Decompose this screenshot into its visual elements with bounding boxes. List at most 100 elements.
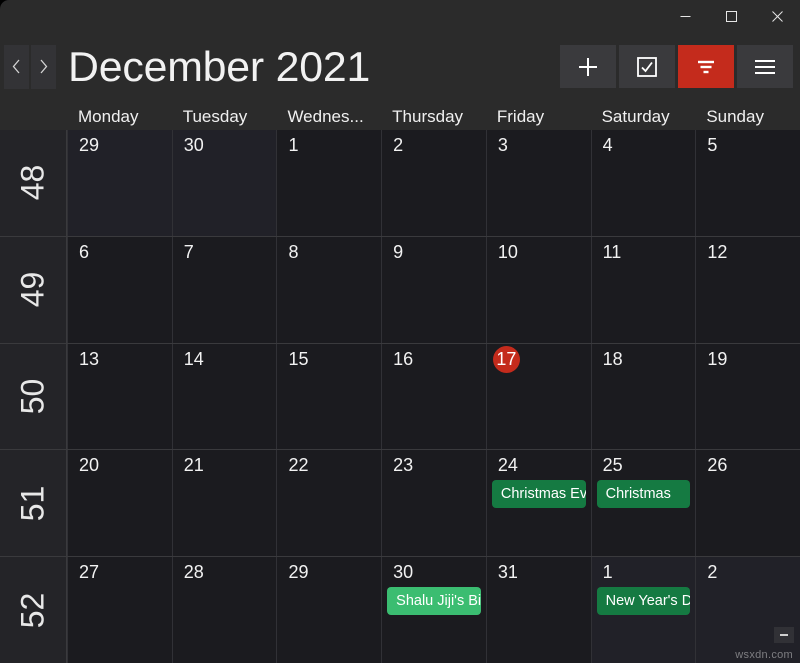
- plus-icon: [577, 56, 599, 78]
- day-cell[interactable]: 29: [276, 557, 382, 663]
- day-cell[interactable]: 28: [171, 557, 277, 663]
- day-cell[interactable]: 2: [381, 130, 486, 236]
- day-cell[interactable]: 5: [695, 130, 800, 236]
- day-cell[interactable]: 30 Shalu Jiji's Bi: [381, 557, 486, 663]
- week-number-cell[interactable]: 51: [0, 450, 67, 557]
- day-cell[interactable]: 9: [381, 236, 486, 343]
- tasks-button[interactable]: [619, 45, 675, 88]
- day-cell[interactable]: 8: [276, 236, 382, 343]
- event-chip[interactable]: Christmas: [596, 480, 691, 509]
- day-cell[interactable]: 25 Christmas: [590, 450, 696, 557]
- weekday-header-tuesday: Tuesday: [182, 107, 248, 126]
- week-number-label: 50: [14, 378, 51, 415]
- week-number-cell[interactable]: 48: [0, 130, 67, 236]
- day-number: 7: [183, 241, 194, 262]
- day-number: 16: [393, 348, 414, 369]
- day-cell[interactable]: 31: [485, 557, 591, 663]
- week-row: 48 29 30 1 2 3 4 5: [0, 130, 800, 236]
- week-number-cell[interactable]: 52: [0, 557, 67, 663]
- day-cell[interactable]: 6: [67, 236, 172, 343]
- collapse-dash-icon: [780, 634, 788, 636]
- day-cell[interactable]: 12: [695, 236, 800, 343]
- week-number-cell[interactable]: 50: [0, 343, 67, 450]
- day-number: 29: [79, 135, 100, 155]
- day-cell[interactable]: 7: [171, 236, 277, 343]
- day-cell[interactable]: 26: [695, 450, 800, 557]
- collapse-row-button[interactable]: [774, 627, 794, 643]
- day-cell[interactable]: 23: [381, 450, 486, 557]
- close-button[interactable]: [754, 0, 800, 33]
- day-cell[interactable]: 22: [276, 450, 382, 557]
- menu-button[interactable]: [737, 45, 793, 88]
- day-number: 28: [183, 562, 204, 583]
- day-number: 22: [288, 455, 309, 476]
- week-number-cell[interactable]: 49: [0, 236, 67, 343]
- day-number: 3: [497, 135, 508, 155]
- day-cell[interactable]: 10: [485, 236, 591, 343]
- day-cell[interactable]: 18: [590, 343, 696, 450]
- day-number: 21: [183, 455, 204, 476]
- previous-month-button[interactable]: [4, 44, 29, 89]
- day-cell[interactable]: 14: [171, 343, 277, 450]
- weekday-header-thursday: Thursday: [392, 107, 464, 126]
- day-cell[interactable]: 30: [171, 130, 277, 236]
- maximize-icon: [725, 11, 737, 22]
- day-cell[interactable]: 1: [276, 130, 382, 236]
- event-list: Shalu Jiji's Bi: [387, 587, 481, 616]
- day-number: 27: [79, 562, 100, 583]
- day-number: 1: [602, 562, 613, 583]
- calendar-header: December 2021: [0, 36, 800, 97]
- day-cell[interactable]: 15: [276, 343, 382, 450]
- month-grid: 48 29 30 1 2 3 4 5 49 6 7 8 9 10 11 12 50 13 14 15 16 17 18 19 5…: [0, 130, 800, 663]
- day-number: 26: [707, 455, 728, 476]
- day-cell[interactable]: 4: [590, 130, 696, 236]
- day-number: 12: [707, 241, 728, 262]
- chevron-left-icon: [12, 59, 21, 74]
- event-chip[interactable]: Shalu Jiji's Bi: [387, 587, 481, 616]
- weekday-header-friday: Friday: [496, 107, 545, 126]
- week-number-header-spacer: [0, 97, 67, 130]
- day-cell[interactable]: 27: [67, 557, 172, 663]
- day-cell[interactable]: 11: [590, 236, 696, 343]
- add-event-button[interactable]: [560, 45, 616, 88]
- week-number-label: 52: [14, 592, 51, 628]
- maximize-button[interactable]: [708, 0, 754, 33]
- minimize-icon: [680, 11, 691, 22]
- day-number: 31: [497, 562, 518, 583]
- week-number-label: 48: [14, 165, 51, 201]
- checkbox-check-icon: [636, 56, 658, 78]
- day-number: 6: [79, 241, 90, 262]
- minimize-button[interactable]: [662, 0, 708, 33]
- day-number: 4: [602, 135, 613, 155]
- event-list: Christmas: [596, 480, 691, 509]
- day-number: 18: [602, 348, 623, 369]
- day-number-today: 17: [492, 345, 520, 373]
- weekday-header-row: Monday Tuesday Wednes... Thursday Friday…: [0, 97, 800, 130]
- day-cell[interactable]: 29: [67, 130, 172, 236]
- event-chip[interactable]: New Year's D: [596, 587, 691, 616]
- weekday-header-sunday: Sunday: [706, 107, 764, 126]
- page-title: December 2021: [68, 42, 371, 90]
- day-cell[interactable]: 21: [171, 450, 277, 557]
- day-cell[interactable]: 17: [485, 343, 591, 450]
- day-cell[interactable]: 13: [67, 343, 172, 450]
- header-toolbar: [560, 45, 793, 88]
- weekday-header-saturday: Saturday: [601, 107, 670, 126]
- day-cell[interactable]: 1 New Year's D: [590, 557, 696, 663]
- day-cell[interactable]: 19: [695, 343, 800, 450]
- next-month-button[interactable]: [31, 44, 56, 89]
- week-row: 50 13 14 15 16 17 18 19: [0, 342, 800, 450]
- filter-button[interactable]: [678, 45, 734, 88]
- day-cell[interactable]: 24 Christmas Ev: [485, 450, 591, 557]
- day-cell[interactable]: 16: [381, 343, 486, 450]
- week-row: 51 20 21 22 23 24 Christmas Ev 25 Christmas 26: [0, 449, 800, 557]
- week-row: 49 6 7 8 9 10 11 12: [0, 235, 800, 343]
- day-number: 9: [393, 241, 404, 262]
- day-cell[interactable]: 2: [695, 557, 800, 663]
- day-number: 15: [288, 348, 309, 369]
- event-chip[interactable]: Christmas Ev: [491, 480, 586, 509]
- day-number: 2: [393, 135, 404, 155]
- calendar-app-window: December 2021 Monday Tuesday Wednes... T…: [0, 0, 800, 663]
- day-cell[interactable]: 20: [67, 450, 172, 557]
- day-cell[interactable]: 3: [485, 130, 591, 236]
